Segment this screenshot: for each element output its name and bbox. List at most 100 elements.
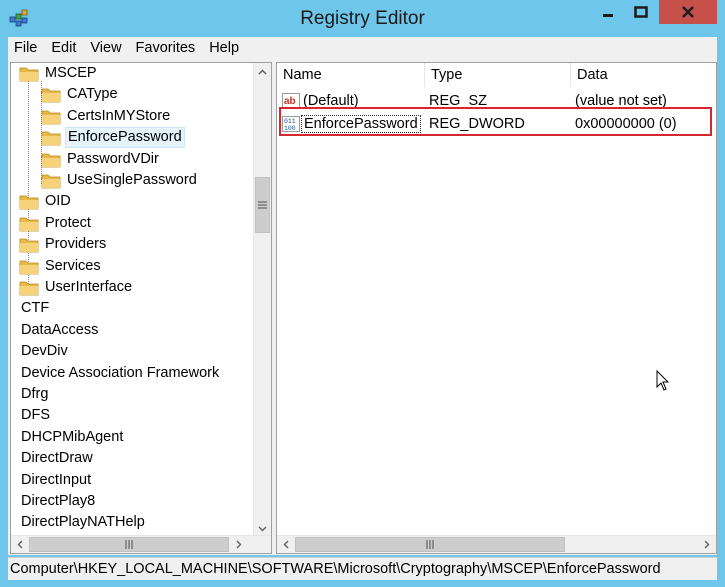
tree-item-label: EnforcePassword [65,127,185,149]
chevron-left-icon [283,540,288,549]
scroll-left-button[interactable] [277,536,294,553]
tree-horizontal-scrollbar[interactable] [11,535,271,553]
tree-item-label: MSCEP [45,65,97,81]
values-list-pane[interactable]: Name Type Data ab (Default) REG_SZ (valu… [276,62,717,554]
scroll-up-button[interactable] [254,63,271,80]
folder-icon [41,131,61,146]
list-horizontal-scrollbar[interactable] [277,535,716,553]
tree-item-label: UserInterface [45,279,133,295]
tree-item[interactable]: Providers [19,234,108,255]
client-area: MSCEP CAType CertsInMYStore EnforcePassword… [8,59,717,555]
column-header-name[interactable]: Name [277,63,425,87]
tree-item-label: Device Association Framework [21,364,220,381]
current-key-path: Computer\HKEY_LOCAL_MACHINE\SOFTWARE\Mic… [10,561,661,577]
tree-item[interactable]: MSCEP [19,63,99,84]
folder-icon [41,88,61,103]
chevron-down-icon [258,526,267,531]
folder-icon [19,281,39,296]
tree-item[interactable]: UseSinglePassword [41,170,199,191]
title-bar[interactable]: Registry Editor [0,0,725,36]
minimize-icon [603,14,613,17]
tree-item[interactable]: Dfrg [19,384,50,405]
scroll-right-button[interactable] [230,536,247,553]
folder-icon [19,67,39,82]
key-tree-pane[interactable]: MSCEP CAType CertsInMYStore EnforcePassword… [10,62,272,554]
chevron-up-icon [258,69,267,74]
tree-item[interactable]: DirectPlay8 [19,491,97,512]
tree-item[interactable]: CAType [41,84,120,105]
tree-item[interactable]: DHCPMibAgent [19,427,125,448]
minimize-button[interactable] [593,0,623,24]
tree-item[interactable]: DirectDraw [19,448,95,469]
scroll-thumb[interactable] [255,177,270,233]
tree-item[interactable]: PasswordVDir [41,149,161,170]
tree-item[interactable]: CertsInMYStore [41,106,172,127]
tree-item-label: UseSinglePassword [67,172,197,188]
chevron-left-icon [17,540,22,549]
status-bar: Computer\HKEY_LOCAL_MACHINE\SOFTWARE\Mic… [8,557,717,580]
registry-editor-window: Registry Editor File Edit View Favorites… [0,0,725,587]
tree-item[interactable]: OID [19,191,73,212]
tree-item-label: DHCPMibAgent [21,428,124,445]
menu-edit[interactable]: Edit [44,37,83,59]
tree-item-label: OID [45,193,71,210]
menu-favorites[interactable]: Favorites [129,37,203,59]
maximize-button[interactable] [626,0,656,24]
tree-item-label: Services [45,257,101,274]
grip-icon [426,540,434,549]
tree-item[interactable]: DevDiv [19,341,70,362]
tree-item[interactable]: Device Association Framework [19,363,221,384]
tree-item-label: Providers [45,236,107,253]
folder-icon [41,110,61,125]
tree-item-label: DirectInput [21,471,92,488]
folder-icon [19,238,39,253]
tree-item[interactable]: DirectPlayNATHelp [19,512,147,533]
tree-item[interactable]: DirectInput [19,470,93,491]
tree-item-label: CertsInMYStore [67,107,171,124]
column-header-type[interactable]: Type [425,63,571,87]
tree-item[interactable]: CTF [19,298,51,319]
tree-item[interactable]: EnforcePassword [41,127,185,149]
menu-bar: File Edit View Favorites Help [8,37,717,59]
grip-icon [258,201,267,209]
svg-text:ab: ab [284,96,296,107]
close-icon [682,6,694,18]
chevron-right-icon [704,540,709,549]
tree-item[interactable]: Services [19,256,103,277]
tree-item-label: DirectDraw [21,450,93,467]
menu-help[interactable]: Help [202,37,246,59]
tree-item-label: Dfrg [21,386,49,402]
menu-file[interactable]: File [8,37,44,59]
tree-item[interactable]: UserInterface [19,277,134,298]
menu-view[interactable]: View [83,37,128,59]
tree-item-label: DataAccess [21,321,99,338]
tree-item[interactable]: Protect [19,213,93,234]
scroll-left-button[interactable] [11,536,28,553]
scroll-thumb[interactable] [295,537,565,552]
tree-item-label: DevDiv [21,343,68,360]
tree-item-label: CTF [21,300,50,317]
tree-item-label: DirectPlay8 [21,493,96,509]
tree-item-label: DFS [21,407,50,424]
annotation-highlight-box [279,107,712,136]
tree-item-label: PasswordVDir [67,150,159,167]
close-button[interactable] [659,0,717,24]
tree-item-label: CAType [67,86,118,103]
tree-vertical-scrollbar[interactable] [253,63,271,537]
column-header-data[interactable]: Data [571,63,716,87]
folder-icon [19,260,39,274]
tree-item[interactable]: DataAccess [19,320,100,341]
tree-item-label: DirectPlayNATHelp [21,514,145,531]
scroll-thumb[interactable] [29,537,229,552]
tree-item[interactable]: DFS [19,405,52,426]
chevron-right-icon [236,540,241,549]
scroll-right-button[interactable] [698,536,715,553]
folder-icon [41,153,61,167]
folder-icon [19,217,39,232]
grip-icon [125,540,133,549]
folder-icon [41,174,61,189]
maximize-icon [634,6,648,18]
tree-item-label: Protect [45,214,91,231]
mouse-cursor-icon [656,370,670,391]
folder-icon [19,195,39,210]
